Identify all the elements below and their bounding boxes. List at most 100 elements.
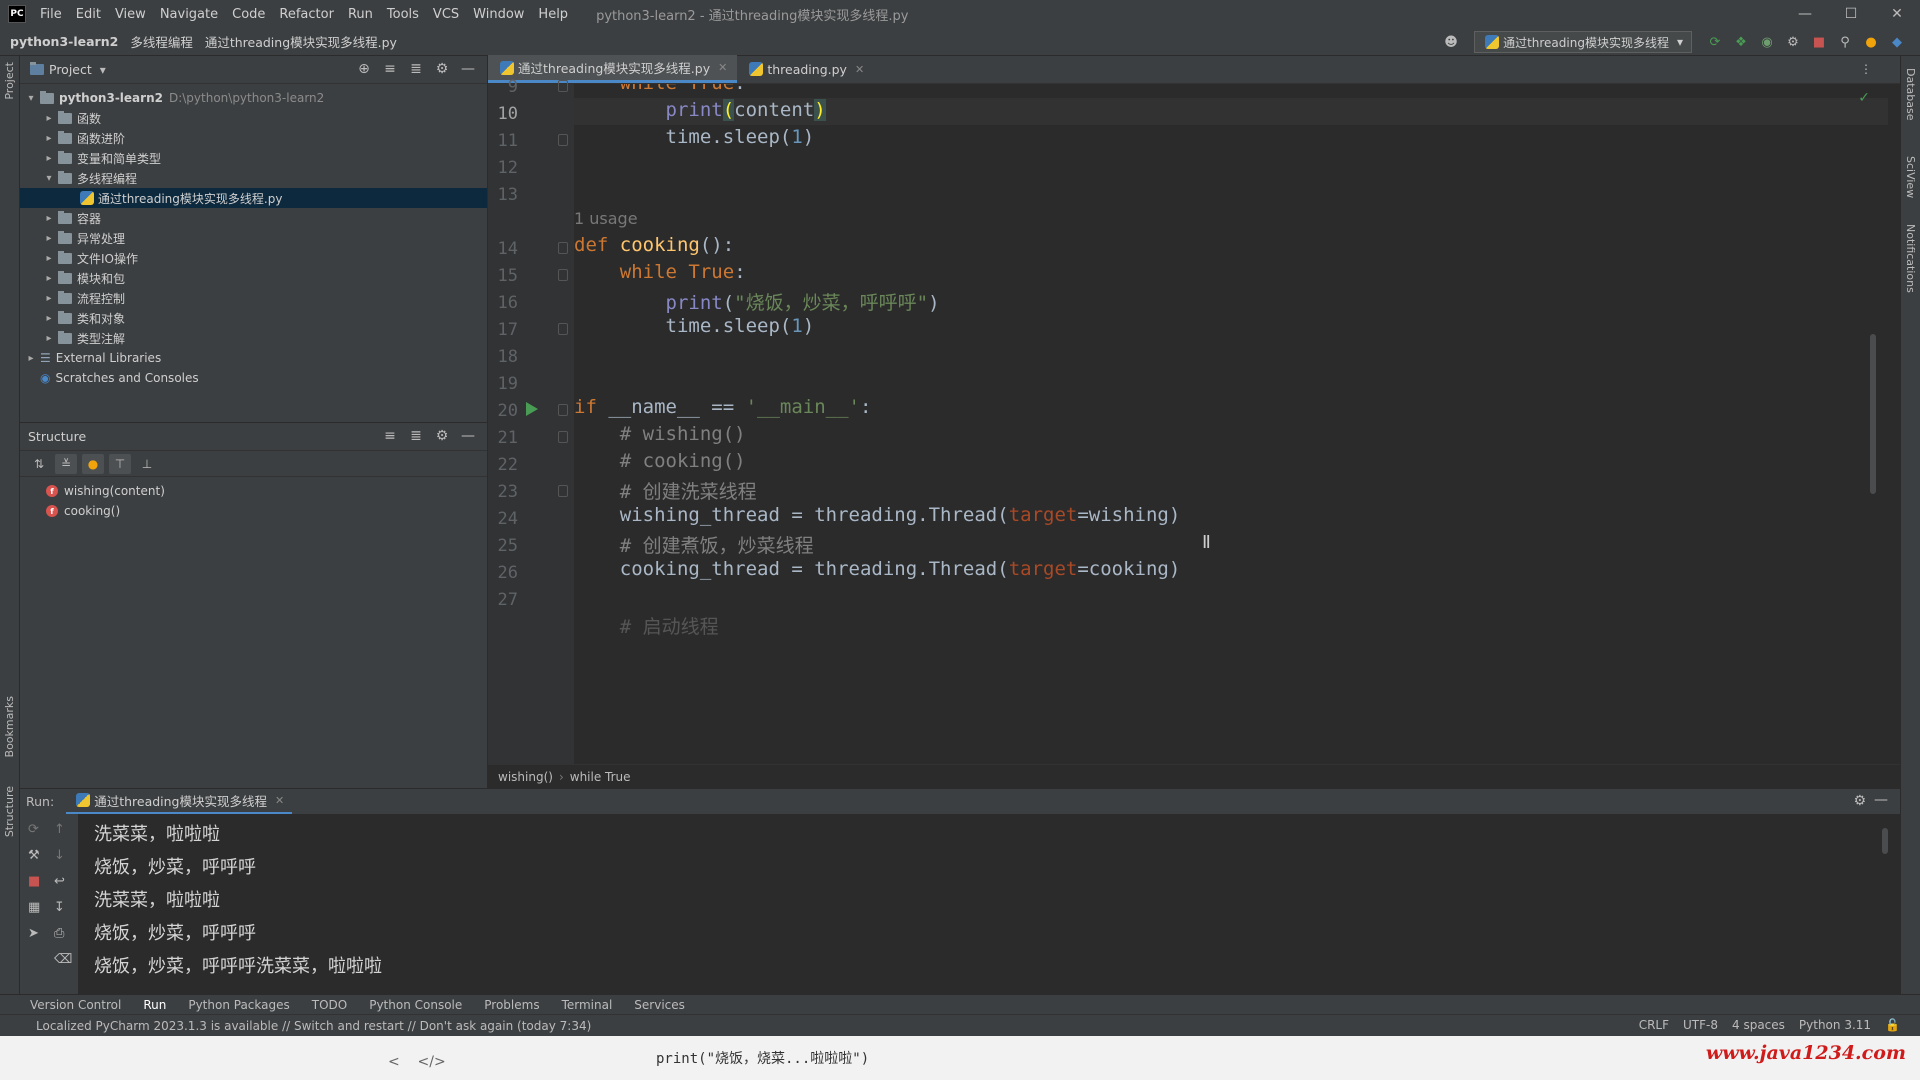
expand-all-icon[interactable]: ≡: [377, 428, 403, 444]
fold-marker-icon[interactable]: [558, 431, 568, 443]
tool-version-control[interactable]: Version Control: [30, 998, 121, 1012]
fold-marker-icon[interactable]: [558, 80, 568, 92]
hide-icon[interactable]: —: [455, 428, 481, 444]
maximize-icon[interactable]: ☐: [1828, 0, 1874, 28]
chevron-down-icon[interactable]: ▾: [24, 93, 38, 104]
menu-tools[interactable]: Tools: [387, 7, 419, 22]
tree-item-open-file[interactable]: 通过threading模块实现多线程.py: [20, 188, 487, 208]
structure-tool-label[interactable]: Structure: [3, 786, 16, 837]
chevron-right-icon[interactable]: ▸: [42, 273, 56, 284]
database-tool-label[interactable]: Database: [1904, 68, 1917, 121]
chevron-right-icon[interactable]: ▸: [42, 313, 56, 324]
sciview-tool-label[interactable]: SciView: [1904, 156, 1917, 198]
run-config-selector[interactable]: 通过threading模块实现多线程 ▾: [1474, 31, 1692, 53]
lock-icon[interactable]: 🔓: [1885, 1018, 1900, 1032]
scroll-from-source-icon[interactable]: ⊥: [136, 454, 158, 474]
editor-scrollbar[interactable]: [1870, 334, 1876, 494]
fold-marker-icon[interactable]: [558, 404, 568, 416]
expand-all-icon[interactable]: ≡: [377, 61, 403, 77]
tool-run[interactable]: Run: [143, 998, 166, 1012]
locate-icon[interactable]: ⊕: [351, 61, 377, 77]
menu-code[interactable]: Code: [232, 7, 265, 22]
menu-file[interactable]: File: [40, 7, 62, 22]
chevron-down-icon[interactable]: ▾: [42, 173, 56, 184]
up-arrow-icon[interactable]: ↑: [54, 822, 65, 837]
search-icon[interactable]: ⚲: [1836, 33, 1854, 51]
menu-edit[interactable]: Edit: [76, 7, 101, 22]
tree-item-external-libraries[interactable]: ▸ ☰ External Libraries: [20, 348, 487, 368]
profile-icon[interactable]: ⚙: [1784, 33, 1802, 51]
notifications-tool-label[interactable]: Notifications: [1904, 224, 1917, 293]
menu-vcs[interactable]: VCS: [433, 7, 459, 22]
console-scrollbar[interactable]: [1882, 828, 1888, 854]
chevron-right-icon[interactable]: ▸: [42, 233, 56, 244]
chevron-right-icon[interactable]: ▸: [42, 153, 56, 164]
rerun-icon[interactable]: ⟳: [28, 822, 39, 837]
collapse-all-icon[interactable]: ≣: [403, 61, 429, 77]
status-message[interactable]: Localized PyCharm 2023.1.3 is available …: [36, 1019, 591, 1033]
fold-marker-icon[interactable]: [558, 134, 568, 146]
breadcrumb-folder[interactable]: 多线程编程: [130, 32, 193, 51]
menu-refactor[interactable]: Refactor: [279, 7, 334, 22]
update-icon[interactable]: ●: [1862, 33, 1880, 51]
code-editor[interactable]: while True: print(content) time.sleep(1)…: [574, 84, 1888, 764]
menu-window[interactable]: Window: [473, 7, 524, 22]
chevron-down-icon[interactable]: ▾: [100, 63, 106, 77]
chevron-right-icon[interactable]: ▸: [24, 353, 38, 364]
more-tabs-icon[interactable]: ⋮: [1860, 62, 1872, 76]
layout-icon[interactable]: ▦: [28, 900, 40, 915]
tree-item-folder[interactable]: ▸ 流程控制: [20, 288, 487, 308]
hide-icon[interactable]: —: [455, 61, 481, 77]
collapse-all-icon[interactable]: ≣: [403, 428, 429, 444]
menu-navigate[interactable]: Navigate: [160, 7, 218, 22]
chevron-right-icon[interactable]: ▸: [42, 133, 56, 144]
fold-marker-icon[interactable]: [558, 269, 568, 281]
tree-item-folder[interactable]: ▸ 函数: [20, 108, 487, 128]
print-icon[interactable]: ⎙: [54, 926, 64, 941]
gear-icon[interactable]: ⚙: [429, 428, 455, 444]
tab-main-file[interactable]: 通过threading模块实现多线程.py ✕: [488, 55, 738, 83]
run-gutter-icon[interactable]: [526, 402, 538, 416]
tool-services[interactable]: Services: [634, 998, 685, 1012]
pin-icon[interactable]: ➤: [28, 926, 39, 941]
rerun-icon[interactable]: ⟳: [1706, 33, 1724, 51]
tab-threading[interactable]: threading.py ✕: [737, 55, 874, 83]
expand-icon[interactable]: ⊤: [109, 453, 131, 474]
scroll-to-end-icon[interactable]: ↧: [54, 900, 65, 915]
chevron-right-icon[interactable]: ▸: [42, 253, 56, 264]
project-panel-title[interactable]: Project: [49, 62, 92, 77]
close-tab-icon[interactable]: ✕: [718, 61, 727, 74]
tree-item-folder[interactable]: ▸ 变量和简单类型: [20, 148, 487, 168]
usage-hint[interactable]: 1 usage: [574, 209, 638, 228]
debug-icon[interactable]: ❖: [1732, 33, 1750, 51]
chevron-right-icon[interactable]: ▸: [42, 213, 56, 224]
nav-arrows-icon[interactable]: < </>: [388, 1054, 446, 1070]
line-separator[interactable]: CRLF: [1639, 1018, 1669, 1032]
tool-terminal[interactable]: Terminal: [562, 998, 613, 1012]
breadcrumb-project[interactable]: python3-learn2: [10, 34, 118, 49]
tree-item-scratches[interactable]: ◉ Scratches and Consoles: [20, 368, 487, 388]
tool-problems[interactable]: Problems: [484, 998, 539, 1012]
tree-item-root[interactable]: ▾ python3-learn2 D:\python\python3-learn…: [20, 88, 487, 108]
chevron-right-icon[interactable]: ▸: [42, 113, 56, 124]
stop-icon[interactable]: ■: [28, 874, 40, 889]
fold-marker-icon[interactable]: [558, 323, 568, 335]
sort-alpha-icon[interactable]: ⇅: [28, 454, 50, 474]
plugin-icon[interactable]: ◆: [1888, 33, 1906, 51]
tool-todo[interactable]: TODO: [312, 998, 347, 1012]
tree-item-folder[interactable]: ▸ 文件IO操作: [20, 248, 487, 268]
breadcrumb-function[interactable]: wishing(): [498, 770, 553, 784]
structure-item[interactable]: f cooking(): [20, 501, 487, 521]
menu-help[interactable]: Help: [538, 7, 568, 22]
show-fields-icon[interactable]: ●: [82, 453, 104, 474]
stop-icon[interactable]: ■: [1810, 33, 1828, 51]
show-inherited-icon[interactable]: ≚: [55, 453, 77, 474]
close-icon[interactable]: ✕: [1874, 0, 1920, 28]
tree-item-folder[interactable]: ▸ 容器: [20, 208, 487, 228]
close-tab-icon[interactable]: ✕: [855, 63, 864, 76]
chevron-right-icon[interactable]: ▸: [42, 333, 56, 344]
tool-python-console[interactable]: Python Console: [369, 998, 462, 1012]
tree-item-folder[interactable]: ▾ 多线程编程: [20, 168, 487, 188]
chevron-right-icon[interactable]: ▸: [42, 293, 56, 304]
user-icon[interactable]: ☻: [1442, 33, 1460, 51]
